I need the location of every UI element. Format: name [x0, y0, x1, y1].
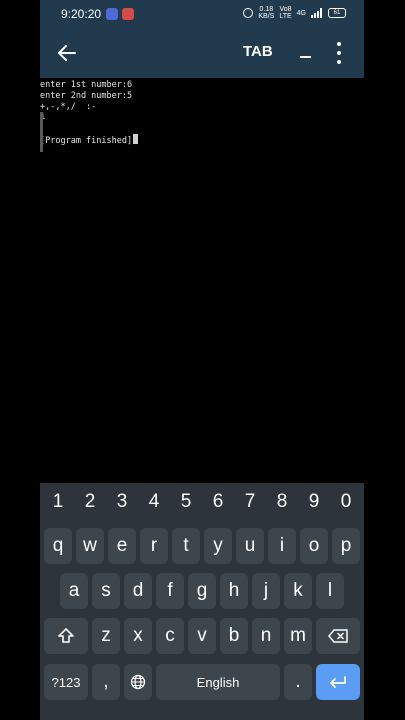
- soft-keyboard: 1 2 3 4 5 6 7 8 9 0 q w e r t y u i o p …: [40, 483, 364, 720]
- terminal-line: 1: [40, 112, 364, 123]
- symbols-key[interactable]: ?123: [44, 664, 88, 700]
- network-type: 4G: [296, 9, 306, 17]
- key-j[interactable]: j: [252, 573, 280, 609]
- more-options-icon[interactable]: [335, 42, 343, 64]
- notification-icon: [106, 8, 118, 20]
- key-u[interactable]: u: [236, 528, 264, 564]
- terminal-line-last: [Program finished]: [40, 133, 364, 146]
- shift-icon: [58, 628, 74, 643]
- key-f[interactable]: f: [156, 573, 184, 609]
- key-w[interactable]: w: [76, 528, 104, 564]
- key-p[interactable]: p: [332, 528, 360, 564]
- key-2[interactable]: 2: [75, 491, 105, 517]
- signal-icon: [311, 8, 323, 18]
- backspace-key[interactable]: [316, 618, 360, 654]
- key-l[interactable]: l: [316, 573, 344, 609]
- volte-indicator: Vo8 LTE: [279, 6, 292, 20]
- terminal-line: enter 1st number:6: [40, 80, 133, 90]
- net-speed: 0.18 KB/S: [258, 6, 275, 20]
- key-r[interactable]: r: [140, 528, 168, 564]
- scroll-indicator: [40, 112, 43, 152]
- arrow-left-icon: [58, 45, 76, 61]
- key-d[interactable]: d: [124, 573, 152, 609]
- tab-button[interactable]: TAB: [243, 43, 273, 60]
- terminal-line: +,-,*,/ :-: [40, 101, 97, 112]
- key-h[interactable]: h: [220, 573, 248, 609]
- key-0[interactable]: 0: [331, 491, 361, 517]
- status-icons: 0.18 KB/S Vo8 LTE 4G 61: [243, 6, 346, 20]
- notification-icon: [122, 8, 134, 20]
- comma-key[interactable]: ,: [92, 664, 120, 700]
- key-z[interactable]: z: [92, 618, 120, 654]
- program-finished-text: [Program finished]: [40, 135, 133, 146]
- key-9[interactable]: 9: [299, 491, 329, 517]
- clock: 9:20:20: [61, 7, 102, 21]
- key-e[interactable]: e: [108, 528, 136, 564]
- text-cursor: [133, 133, 139, 144]
- key-7[interactable]: 7: [235, 491, 265, 517]
- app-bar: TAB: [40, 28, 364, 78]
- terminal-output[interactable]: enter 1st number:6 enter 2nd number:5 +,…: [40, 80, 364, 480]
- key-1[interactable]: 1: [43, 491, 73, 517]
- key-k[interactable]: k: [284, 573, 312, 609]
- key-y[interactable]: y: [204, 528, 232, 564]
- key-8[interactable]: 8: [267, 491, 297, 517]
- key-x[interactable]: x: [124, 618, 152, 654]
- key-5[interactable]: 5: [171, 491, 201, 517]
- key-i[interactable]: i: [268, 528, 296, 564]
- phone-screen: 9:20:20 0.18 KB/S Vo8 LTE 4G 61 TAB ente…: [40, 0, 364, 720]
- key-t[interactable]: t: [172, 528, 200, 564]
- globe-icon: [130, 674, 146, 690]
- enter-key[interactable]: [316, 664, 360, 700]
- terminal-line: enter 2nd number:5: [40, 90, 133, 101]
- period-key[interactable]: .: [284, 664, 312, 700]
- key-m[interactable]: m: [284, 618, 312, 654]
- language-key[interactable]: [124, 664, 152, 700]
- enter-icon: [330, 676, 346, 688]
- key-o[interactable]: o: [300, 528, 328, 564]
- alarm-icon: [243, 8, 254, 18]
- key-3[interactable]: 3: [107, 491, 137, 517]
- number-row: 1 2 3 4 5 6 7 8 9 0: [40, 491, 364, 517]
- key-g[interactable]: g: [188, 573, 216, 609]
- key-s[interactable]: s: [92, 573, 120, 609]
- key-6[interactable]: 6: [203, 491, 233, 517]
- key-v[interactable]: v: [188, 618, 216, 654]
- minimize-keyboard-button[interactable]: [297, 41, 315, 61]
- key-n[interactable]: n: [252, 618, 280, 654]
- key-q[interactable]: q: [44, 528, 72, 564]
- shift-key[interactable]: [44, 618, 88, 654]
- key-4[interactable]: 4: [139, 491, 169, 517]
- key-a[interactable]: a: [60, 573, 88, 609]
- key-b[interactable]: b: [220, 618, 248, 654]
- status-bar: 9:20:20 0.18 KB/S Vo8 LTE 4G 61: [40, 0, 364, 28]
- spacebar[interactable]: English: [156, 664, 280, 700]
- back-button[interactable]: [54, 40, 80, 66]
- battery-icon: 61: [328, 8, 346, 18]
- key-c[interactable]: c: [156, 618, 184, 654]
- backspace-icon: [328, 629, 348, 643]
